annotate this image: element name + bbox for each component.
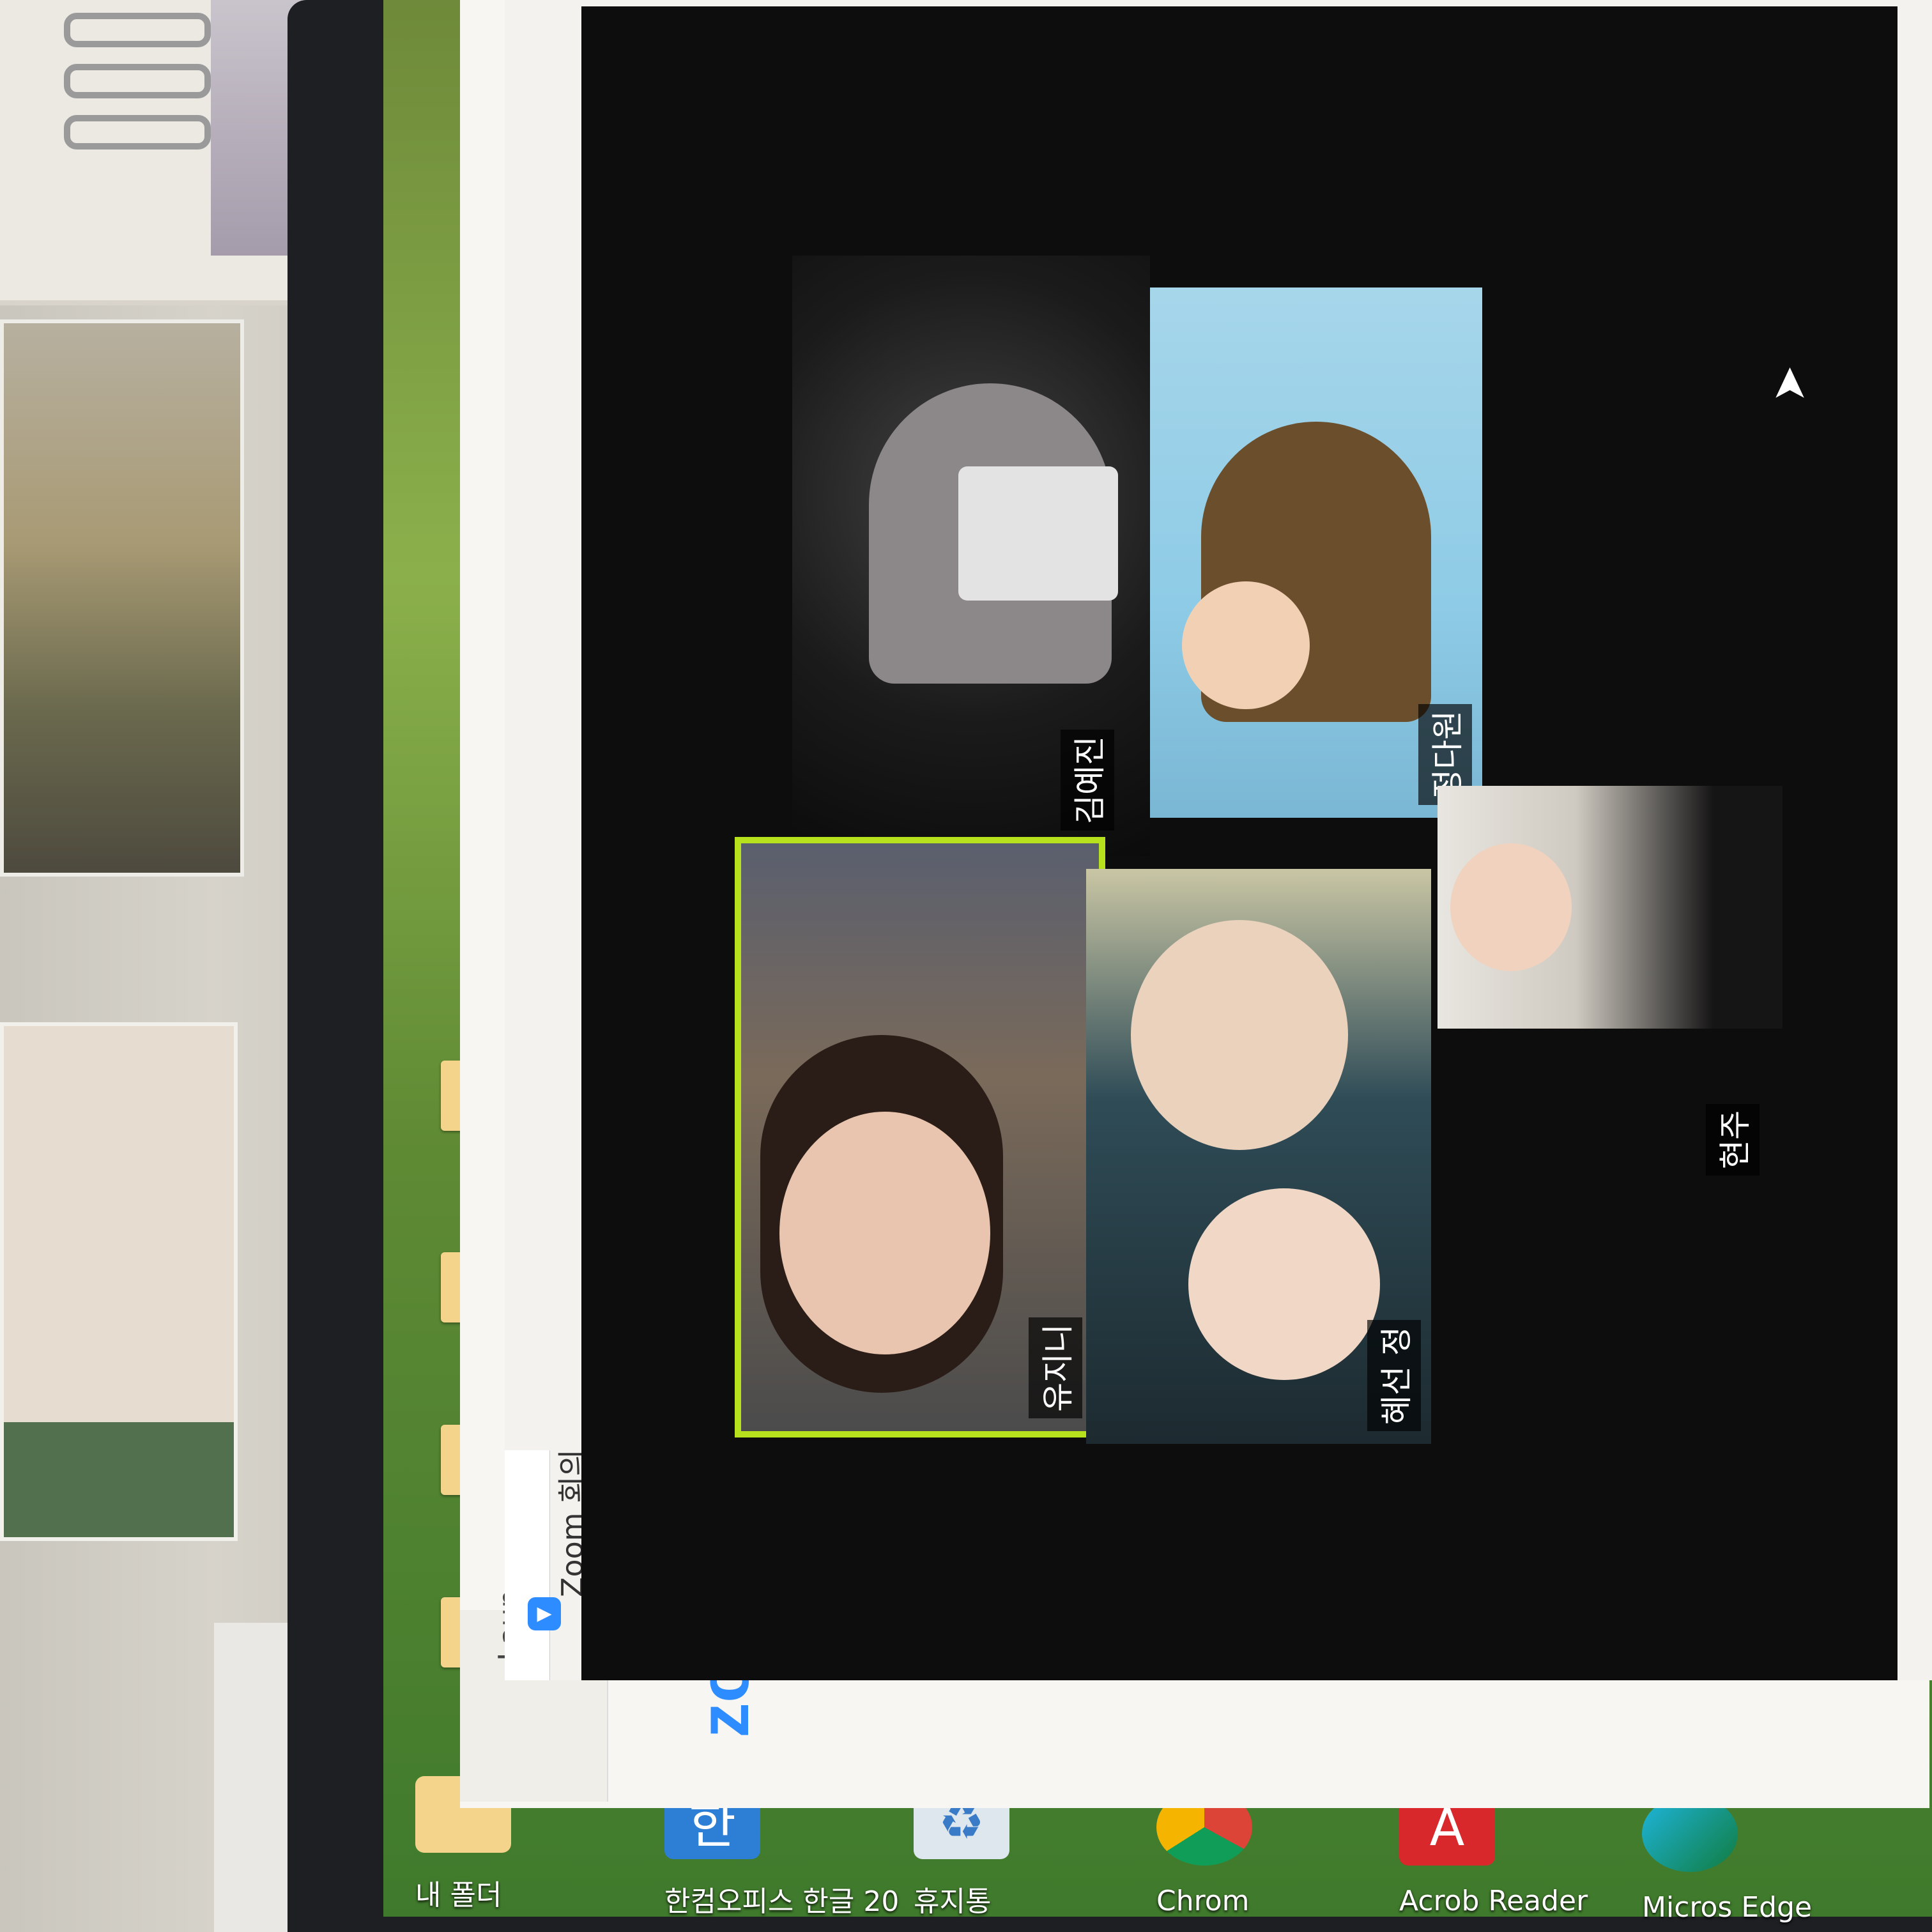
- card-hill: [4, 1422, 234, 1537]
- participant-name: 유지니: [1029, 1317, 1082, 1418]
- desktop-icon-edge[interactable]: Micros Edge: [1642, 1795, 1812, 1924]
- participant-name-bar: 현주: [1438, 1086, 1782, 1176]
- participant-face: [1131, 920, 1348, 1150]
- participant-name: 혜선 정: [1367, 1320, 1421, 1431]
- participant-face: [1450, 843, 1572, 971]
- desktop-icon-label: Chrom: [1156, 1885, 1250, 1917]
- desktop-icon-label: 한컴오피스 한글 20: [664, 1885, 900, 1918]
- participant-tile-hyesun-jung[interactable]: 혜선 정: [1086, 869, 1431, 1444]
- participant-name: 김예진: [1061, 730, 1114, 831]
- desktop-icon-label: Micros Edge: [1642, 1891, 1813, 1924]
- calendar-ring: [64, 13, 211, 47]
- desk-box: [214, 1623, 291, 1932]
- participant-tile-hyunju[interactable]: [1438, 786, 1782, 1029]
- calendar-ring: [64, 64, 211, 98]
- phone-object: [958, 466, 1118, 601]
- wall-card: [0, 1022, 238, 1541]
- zoom-titlebar[interactable]: [505, 1450, 550, 1680]
- mouse-cursor-icon: ➤: [1762, 365, 1815, 403]
- participant-tile-yujini[interactable]: 유지니: [735, 837, 1105, 1438]
- calendar-ring: [64, 115, 211, 150]
- zoom-camera-icon: ▶: [528, 1597, 561, 1630]
- participant-face: [779, 1112, 990, 1354]
- participant-face: [1188, 1188, 1380, 1380]
- participant-tile-kim-yejin[interactable]: 김예진: [792, 256, 1150, 856]
- desktop-icon-label: 내 폴더: [415, 1879, 502, 1912]
- participant-name: 현주: [1706, 1104, 1759, 1176]
- wall-poster: [0, 319, 244, 877]
- desktop-icon-label: 휴지통: [914, 1885, 992, 1918]
- participant-tile-jung-dawon[interactable]: 정다원: [1150, 288, 1482, 818]
- participant-face: [1182, 581, 1310, 709]
- desktop-icon-label: Acrob Reader: [1399, 1885, 1588, 1917]
